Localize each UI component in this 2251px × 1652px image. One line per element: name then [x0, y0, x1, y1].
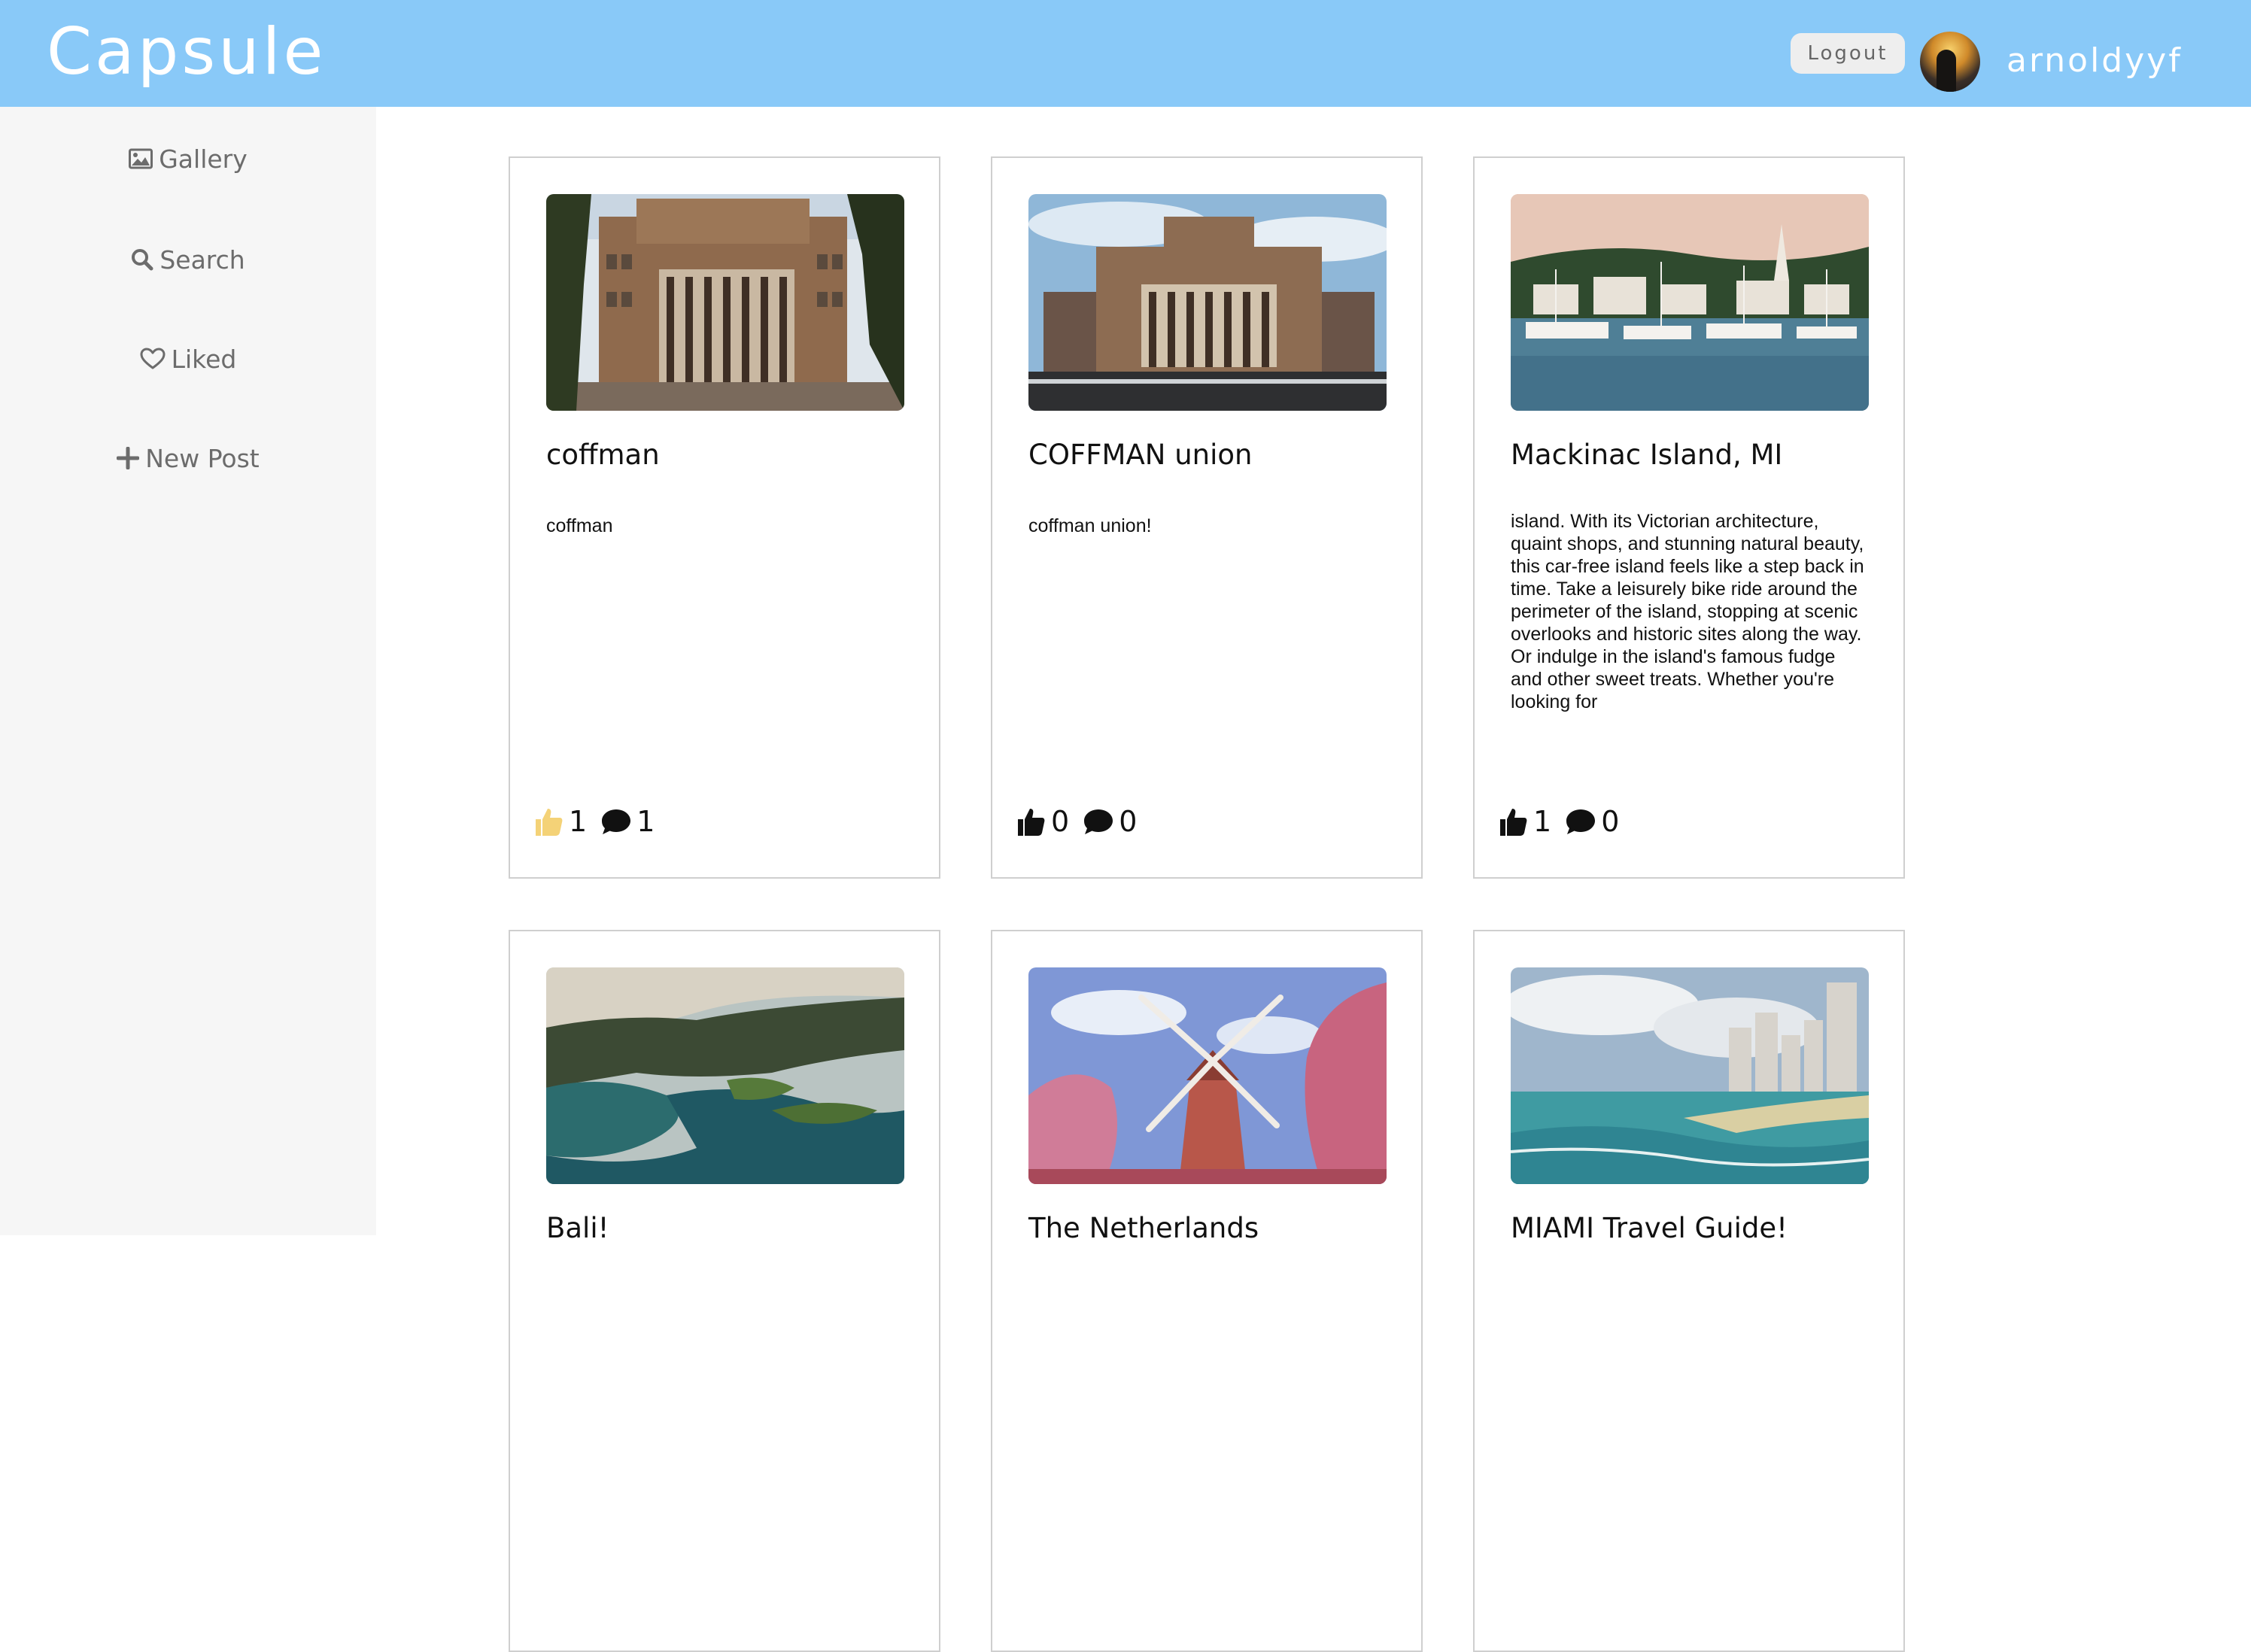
sidebar-item-label: Search — [159, 244, 245, 275]
post-title[interactable]: Mackinac Island, MI — [1511, 436, 1872, 474]
post-card[interactable]: COFFMAN union coffman union! 0 0 — [991, 156, 1423, 879]
sidebar-item-search[interactable]: Search — [0, 233, 376, 286]
post-description: island. With its Victorian architecture,… — [1511, 511, 1864, 712]
sidebar: Gallery Search Liked New Post — [0, 107, 376, 1235]
post-actions: 1 0 — [1497, 799, 1633, 844]
plus-icon — [117, 447, 140, 469]
post-description: coffman — [546, 515, 613, 536]
post-card[interactable]: coffman coffman 1 1 — [509, 156, 940, 879]
post-actions: 0 0 — [1015, 799, 1150, 844]
thumbs-up-icon[interactable] — [533, 806, 564, 837]
post-card[interactable]: Mackinac Island, MI island. With its Vic… — [1473, 156, 1905, 879]
comment-icon[interactable] — [1083, 807, 1114, 836]
comment-icon[interactable] — [1565, 807, 1596, 836]
sidebar-item-label: New Post — [145, 443, 260, 473]
like-count: 0 — [1051, 805, 1070, 838]
like-count: 1 — [569, 805, 588, 838]
harbor-photo[interactable] — [1511, 194, 1869, 411]
search-icon — [132, 249, 153, 271]
image-icon — [129, 148, 153, 169]
post-card[interactable]: MIAMI Travel Guide! — [1473, 930, 1905, 1652]
app-logo[interactable]: Capsule — [47, 11, 326, 93]
post-actions: 1 1 — [533, 799, 668, 844]
post-card[interactable]: The Netherlands — [991, 930, 1423, 1652]
post-title[interactable]: Bali! — [546, 1210, 907, 1247]
post-title[interactable]: The Netherlands — [1028, 1210, 1390, 1247]
sidebar-item-label: Gallery — [159, 144, 248, 174]
post-title[interactable]: COFFMAN union — [1028, 436, 1390, 474]
sidebar-item-label: Liked — [171, 344, 237, 374]
post-card[interactable]: Bali! — [509, 930, 940, 1652]
post-title[interactable]: coffman — [546, 436, 907, 474]
username[interactable]: arnoldyyf — [2006, 36, 2183, 86]
sidebar-item-liked[interactable]: Liked — [0, 333, 376, 385]
heart-icon — [140, 348, 166, 369]
sidebar-item-new-post[interactable]: New Post — [0, 432, 376, 484]
comment-icon[interactable] — [600, 807, 632, 836]
windmill-photo[interactable] — [1028, 967, 1387, 1184]
comment-count: 0 — [1601, 805, 1620, 838]
avatar[interactable] — [1920, 32, 1980, 92]
comment-count: 0 — [1119, 805, 1138, 838]
post-description: coffman union! — [1028, 515, 1152, 536]
thumbs-up-icon[interactable] — [1497, 806, 1529, 837]
top-header: Capsule Logout arnoldyyf — [0, 0, 2251, 107]
logout-button[interactable]: Logout — [1791, 33, 1905, 74]
beach-photo[interactable] — [1511, 967, 1869, 1184]
building-photo[interactable] — [1028, 194, 1387, 411]
comment-count: 1 — [636, 805, 655, 838]
post-title[interactable]: MIAMI Travel Guide! — [1511, 1210, 1872, 1247]
thumbs-up-icon[interactable] — [1015, 806, 1047, 837]
coast-photo[interactable] — [546, 967, 904, 1184]
like-count: 1 — [1533, 805, 1552, 838]
building-photo[interactable] — [546, 194, 904, 411]
sidebar-item-gallery[interactable]: Gallery — [0, 132, 376, 185]
